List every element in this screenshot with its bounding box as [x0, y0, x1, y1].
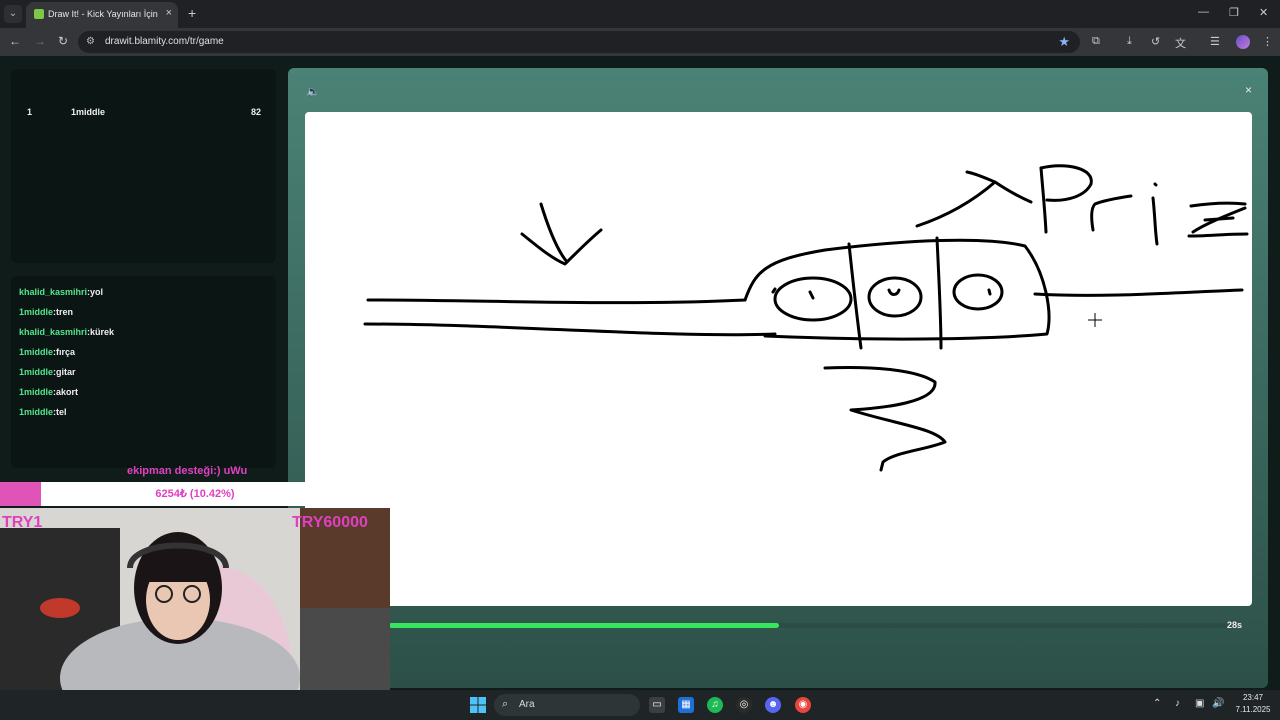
window-close-button[interactable]: ✕: [1259, 6, 1268, 19]
minimize-button[interactable]: —: [1198, 6, 1209, 18]
obs-icon[interactable]: ◎: [736, 697, 752, 713]
chat-message: 1middle:tren: [19, 307, 74, 317]
webcam-overlay: [0, 508, 390, 690]
windows-start-icon[interactable]: [470, 697, 486, 713]
new-tab-button[interactable]: +: [188, 5, 196, 21]
back-icon[interactable]: ←: [9, 34, 21, 48]
microphone-icon[interactable]: ♪: [1175, 698, 1180, 709]
chrome-icon[interactable]: ◉: [795, 697, 811, 713]
bookmark-star-icon[interactable]: ★: [1058, 34, 1070, 50]
profile-avatar[interactable]: [1236, 35, 1250, 49]
spotify-icon[interactable]: ♫: [707, 697, 723, 713]
drawing-canvas[interactable]: [305, 112, 1252, 606]
network-icon[interactable]: ▣: [1195, 698, 1204, 709]
reload-icon[interactable]: ↻: [58, 34, 68, 48]
translate-icon[interactable]: 文: [1175, 35, 1186, 51]
browser-toolbar: ← → ↻ ⚙ drawit.blamity.com/tr/game ★ ⧉ ⤓…: [0, 28, 1280, 56]
site-info-icon[interactable]: ⚙: [86, 36, 95, 47]
drawing-strokes: [363, 164, 1249, 472]
chat-message: khalid_kasmihri:yol: [19, 287, 104, 297]
score-rank: 1: [27, 107, 33, 117]
download-icon[interactable]: ⤓: [1127, 35, 1132, 48]
reading-list-icon[interactable]: ☰: [1210, 35, 1220, 48]
chat-message: khalid_kasmihri:kürek: [19, 327, 115, 337]
tray-chevron-icon[interactable]: ⌃: [1153, 698, 1161, 709]
chat-message: 1middle:tel: [19, 407, 67, 417]
more-menu-icon[interactable]: ⋮: [1262, 35, 1273, 48]
address-bar[interactable]: ⚙ drawit.blamity.com/tr/game ★: [78, 31, 1080, 53]
drawing-game-modal: 🔈 × 28s: [288, 68, 1268, 688]
chat-message: 1middle:akort: [19, 387, 79, 397]
tab-search-icon[interactable]: ⌄: [4, 5, 22, 23]
score-points: 82: [250, 107, 261, 117]
clock-time: 23:47: [1242, 693, 1264, 702]
store-icon[interactable]: ▦: [678, 697, 694, 713]
score-player-name: 1middle: [71, 107, 106, 117]
round-timer-text: 28s: [1226, 620, 1242, 630]
browser-tab[interactable]: Draw It! - Kick Yayınları İçin Çizim ×: [26, 2, 178, 28]
search-icon: ⌕: [502, 698, 509, 710]
clock-date: 7.11.2025: [1235, 705, 1271, 714]
forward-icon[interactable]: →: [34, 34, 46, 48]
volume-icon[interactable]: 🔊: [1212, 698, 1224, 709]
site-favicon-icon: [34, 9, 44, 19]
chat-panel: khalid_kasmihri:yol 1middle:tren khalid_…: [11, 276, 276, 468]
donation-goal-amount: 6254₺ (10.42%): [155, 488, 235, 500]
donation-goal-start-label: TRY1: [2, 514, 43, 531]
taskbar: ⌕ Ara ▭ ▦ ♫ ◎ ☻ ◉ ⌃ ♪ ▣ 🔊 23:47 7.11.202…: [0, 690, 1280, 720]
browser-tab-bar: ⌄ Draw It! - Kick Yayınları İçin Çizim ×…: [0, 0, 1280, 28]
crosshair-cursor-icon: [1088, 313, 1102, 327]
url-text: drawit.blamity.com/tr/game: [105, 36, 224, 47]
chat-message: 1middle:fırça: [19, 347, 76, 357]
close-modal-icon[interactable]: ×: [1245, 83, 1252, 97]
round-timer-bar: [389, 623, 1237, 628]
history-icon[interactable]: ↺: [1151, 35, 1160, 48]
tab-title: Draw It! - Kick Yayınları İçin Çizim: [48, 9, 160, 19]
donation-goal-title: ekipman desteği:) uWu: [127, 465, 248, 477]
discord-icon[interactable]: ☻: [765, 697, 781, 713]
donation-goal-end-label: TRY60000: [292, 514, 368, 531]
donation-goal-bar: 6254₺ (10.42%): [0, 482, 390, 506]
game-page: 1 1middle 82 khalid_kasmihri:yol 1middle…: [0, 56, 1280, 690]
search-label: Ara: [519, 699, 535, 710]
taskbar-clock[interactable]: 23:47 7.11.2025: [1232, 692, 1274, 716]
sound-icon[interactable]: 🔈: [306, 85, 320, 98]
chat-message: 1middle:gitar: [19, 367, 76, 377]
scoreboard-panel: 1 1middle 82: [11, 69, 276, 263]
webcam-image: [0, 508, 390, 690]
task-view-icon[interactable]: ▭: [649, 697, 665, 713]
taskbar-search[interactable]: ⌕ Ara: [494, 694, 640, 716]
extensions-icon[interactable]: ⧉: [1092, 35, 1100, 48]
round-timer-fill: [389, 623, 780, 628]
restore-button[interactable]: ❐: [1229, 6, 1239, 19]
tab-close-icon[interactable]: ×: [166, 7, 172, 19]
